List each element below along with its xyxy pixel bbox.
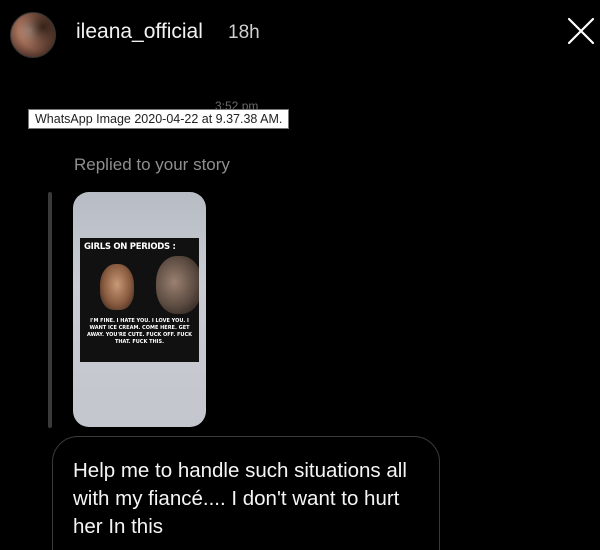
meme-image: GIRLS ON PERIODS : I'M FINE. I HATE YOU.… <box>80 238 199 362</box>
user-avatar[interactable] <box>10 12 56 58</box>
meme-face-right <box>156 256 199 314</box>
meme-title: GIRLS ON PERIODS : <box>84 242 176 252</box>
story-thumbnail[interactable]: GIRLS ON PERIODS : I'M FINE. I HATE YOU.… <box>73 192 206 427</box>
meme-face-left <box>100 264 134 310</box>
reply-indicator-line <box>48 192 52 428</box>
post-time: 18h <box>228 22 260 43</box>
avatar-image <box>11 13 55 57</box>
username[interactable]: ileana_official <box>76 20 203 44</box>
message-text: Help me to handle such situations all wi… <box>73 459 407 538</box>
close-icon[interactable] <box>566 16 596 46</box>
image-tooltip: WhatsApp Image 2020-04-22 at 9.37.38 AM. <box>28 109 290 129</box>
replied-label: Replied to your story <box>74 155 230 174</box>
meme-caption: I'M FINE. I HATE YOU. I LOVE YOU. I WANT… <box>86 318 192 345</box>
message-bubble[interactable]: Help me to handle such situations all wi… <box>52 436 440 550</box>
